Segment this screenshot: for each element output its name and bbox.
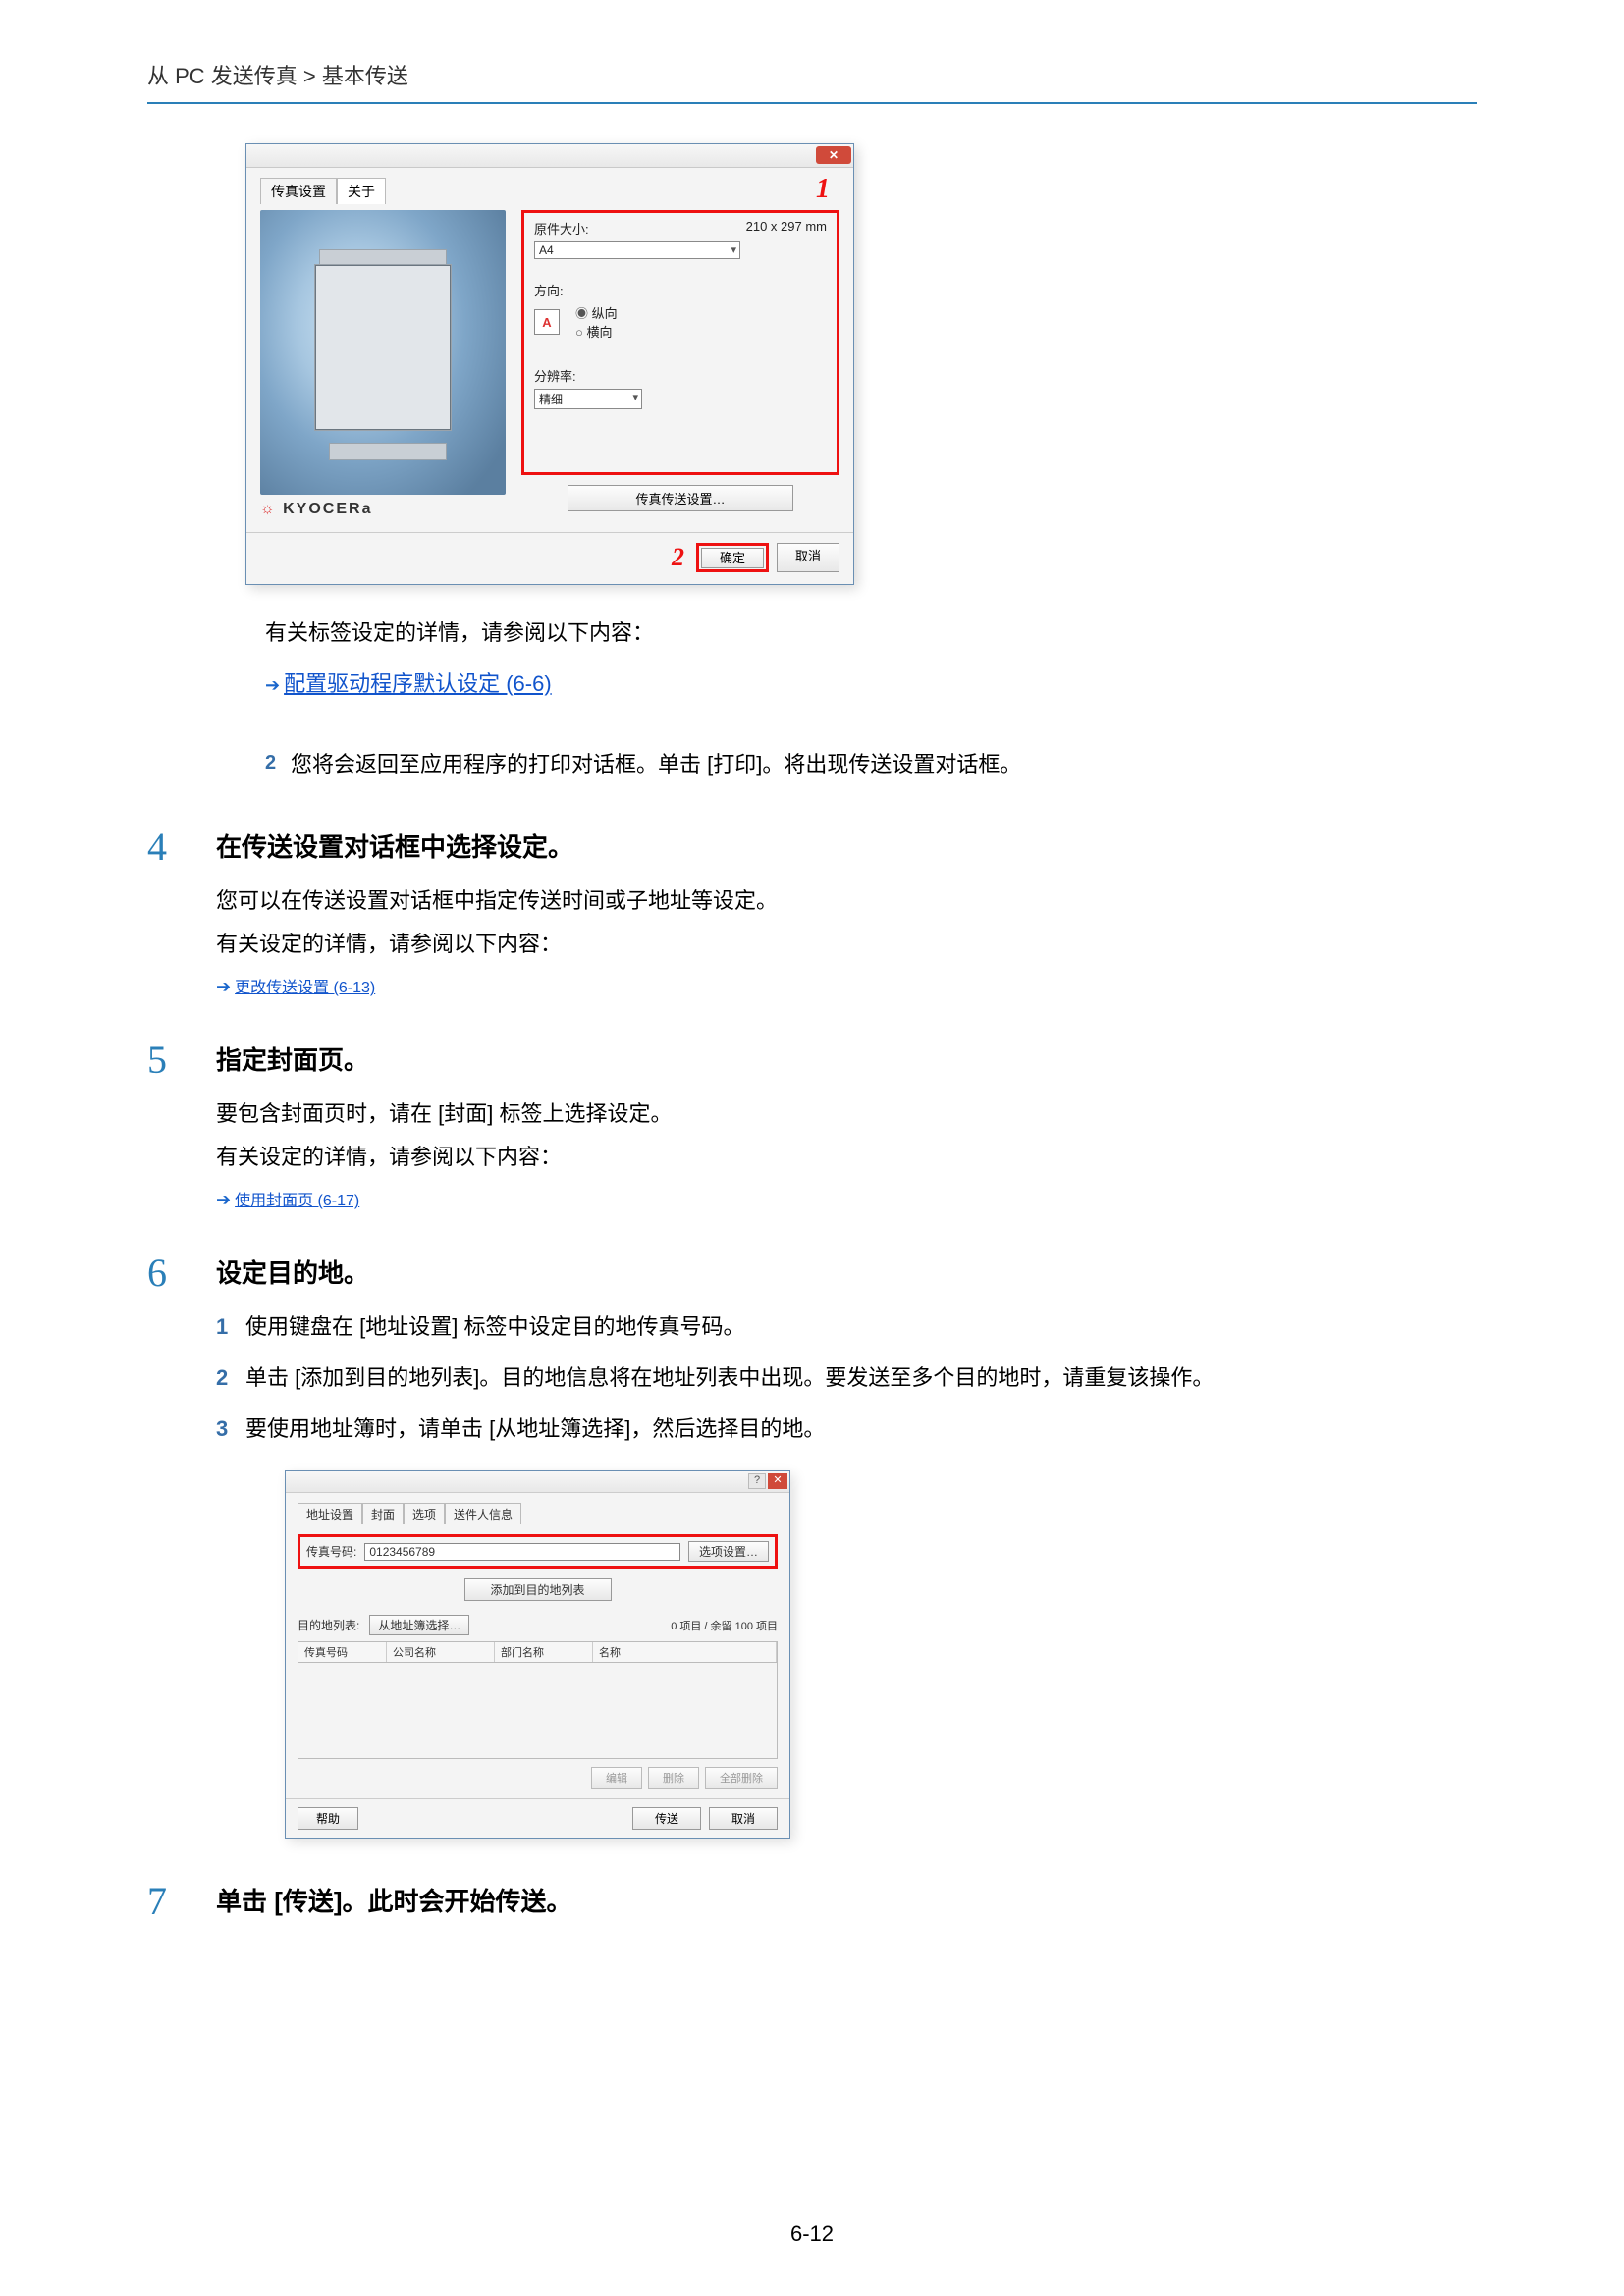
arrow-icon: ➔ [216,1190,231,1209]
dest-count-text: 0 项目 / 余留 100 项目 [671,1618,778,1633]
fax-number-label: 传真号码: [306,1543,356,1560]
orientation-label: 方向: [534,281,827,299]
printer-image [260,210,506,495]
step-6-sub-2: 单击 [添加到目的地列表]。目的地信息将在地址列表中出现。要发送至多个目的地时，… [245,1365,1214,1390]
close-icon[interactable]: ✕ [768,1473,787,1489]
send-settings-dialog: ? ✕ 地址设置 封面 选项 送件人信息 传真号码: 0123456789 选项… [285,1470,790,1839]
col-dept: 部门名称 [495,1642,593,1662]
step-6-sub-3: 要使用地址簿时，请单击 [从地址簿选择]，然后选择目的地。 [245,1416,825,1441]
tab-row: 传真设置 关于 1 [260,178,839,204]
link-driver-default[interactable]: 配置驱动程序默认设定 (6-6) [284,671,552,696]
substep-2-text: 您将会返回至应用程序的打印对话框。单击 [打印]。将出现传送设置对话框。 [291,744,1021,785]
col-fax-number: 传真号码 [298,1642,387,1662]
fax-number-input[interactable]: 0123456789 [364,1543,680,1561]
destination-table: 传真号码 公司名称 部门名称 名称 [298,1641,778,1759]
step-5-text-1: 要包含封面页时，请在 [封面] 标签上选择设定。 [216,1093,1477,1136]
callout-number-1: 1 [816,174,830,205]
substep-number: 1 [216,1306,245,1349]
option-settings-button[interactable]: 选项设置… [688,1541,769,1562]
dialog-titlebar: ✕ [246,144,853,168]
dialog2-titlebar: ? ✕ [286,1471,789,1493]
col-name: 名称 [593,1642,777,1662]
step-6-number: 6 [147,1254,216,1293]
step-7-number: 7 [147,1882,216,1921]
tab-address[interactable]: 地址设置 [298,1503,362,1524]
original-size-label: 原件大小: [534,219,589,238]
help-icon[interactable]: ? [748,1473,766,1489]
substep-2-number: 2 [265,744,291,785]
tab-fax-settings[interactable]: 传真设置 [260,178,337,204]
step-6-sub-1: 使用键盘在 [地址设置] 标签中设定目的地传真号码。 [245,1314,744,1339]
cancel-button[interactable]: 取消 [777,543,839,572]
cancel-button[interactable]: 取消 [709,1807,778,1830]
page-number: 6-12 [0,2221,1624,2247]
close-icon[interactable]: ✕ [816,146,851,164]
tab-sender-info[interactable]: 送件人信息 [445,1503,521,1524]
link-change-send-settings[interactable]: 更改传送设置 (6-13) [235,980,375,996]
dest-list-label: 目的地列表: [298,1617,359,1633]
send-button[interactable]: 传送 [632,1807,701,1830]
delete-button[interactable]: 删除 [648,1767,699,1789]
orientation-preview-icon: A [534,309,560,335]
arrow-icon: ➔ [265,675,280,695]
brand-logo: ☼ KYOCERa [260,501,506,518]
tab-about[interactable]: 关于 [337,178,386,204]
substep-number: 2 [216,1357,245,1400]
fax-number-highlight-box: 传真号码: 0123456789 选项设置… [298,1534,778,1569]
step-4-text-1: 您可以在传送设置对话框中指定传送时间或子地址等设定。 [216,880,1477,923]
original-size-value: 210 x 297 mm [746,219,827,238]
step-5-title: 指定封面页。 [216,1041,1477,1077]
link-use-cover-page[interactable]: 使用封面页 (6-17) [235,1193,359,1209]
add-to-dest-list-button[interactable]: 添加到目的地列表 [464,1578,612,1601]
step-5-number: 5 [147,1041,216,1080]
resolution-label: 分辨率: [534,366,827,385]
tab-options[interactable]: 选项 [404,1503,445,1524]
radio-portrait[interactable]: 纵向 [575,303,618,322]
size-select[interactable]: A4 [534,241,740,259]
resolution-select[interactable]: 精细 [534,389,642,409]
arrow-icon: ➔ [216,977,231,996]
step-4-title: 在传送设置对话框中选择设定。 [216,828,1477,864]
from-address-book-button[interactable]: 从地址簿选择… [369,1615,469,1635]
step-6-title: 设定目的地。 [216,1254,1477,1290]
ok-highlight-box: 确定 [696,543,769,572]
breadcrumb: 从 PC 发送传真 > 基本传送 [147,59,1477,104]
radio-landscape[interactable]: 横向 [575,322,618,341]
edit-button[interactable]: 编辑 [591,1767,642,1789]
fax-settings-dialog: ✕ 传真设置 关于 1 ☼ KYOCERa [245,143,854,585]
ok-button[interactable]: 确定 [701,548,764,568]
tab-cover[interactable]: 封面 [362,1503,404,1524]
callout-number-2: 2 [672,543,684,572]
col-company: 公司名称 [387,1642,495,1662]
step-4-number: 4 [147,828,216,867]
note-text: 有关标签设定的详情，请参阅以下内容： [265,613,1477,654]
fax-send-settings-button[interactable]: 传真传送设置… [568,485,793,511]
step-4-text-2: 有关设定的详情，请参阅以下内容： [216,923,1477,966]
settings-highlight-box: 原件大小: 210 x 297 mm A4 方向: A 纵向 [521,210,839,475]
step-7-title: 单击 [传送]。此时会开始传送。 [216,1882,1477,1918]
help-button[interactable]: 帮助 [298,1807,358,1830]
printer-preview-panel: ☼ KYOCERa [260,210,506,518]
substep-number: 3 [216,1408,245,1451]
step-5-text-2: 有关设定的详情，请参阅以下内容： [216,1136,1477,1179]
delete-all-button[interactable]: 全部删除 [705,1767,778,1789]
